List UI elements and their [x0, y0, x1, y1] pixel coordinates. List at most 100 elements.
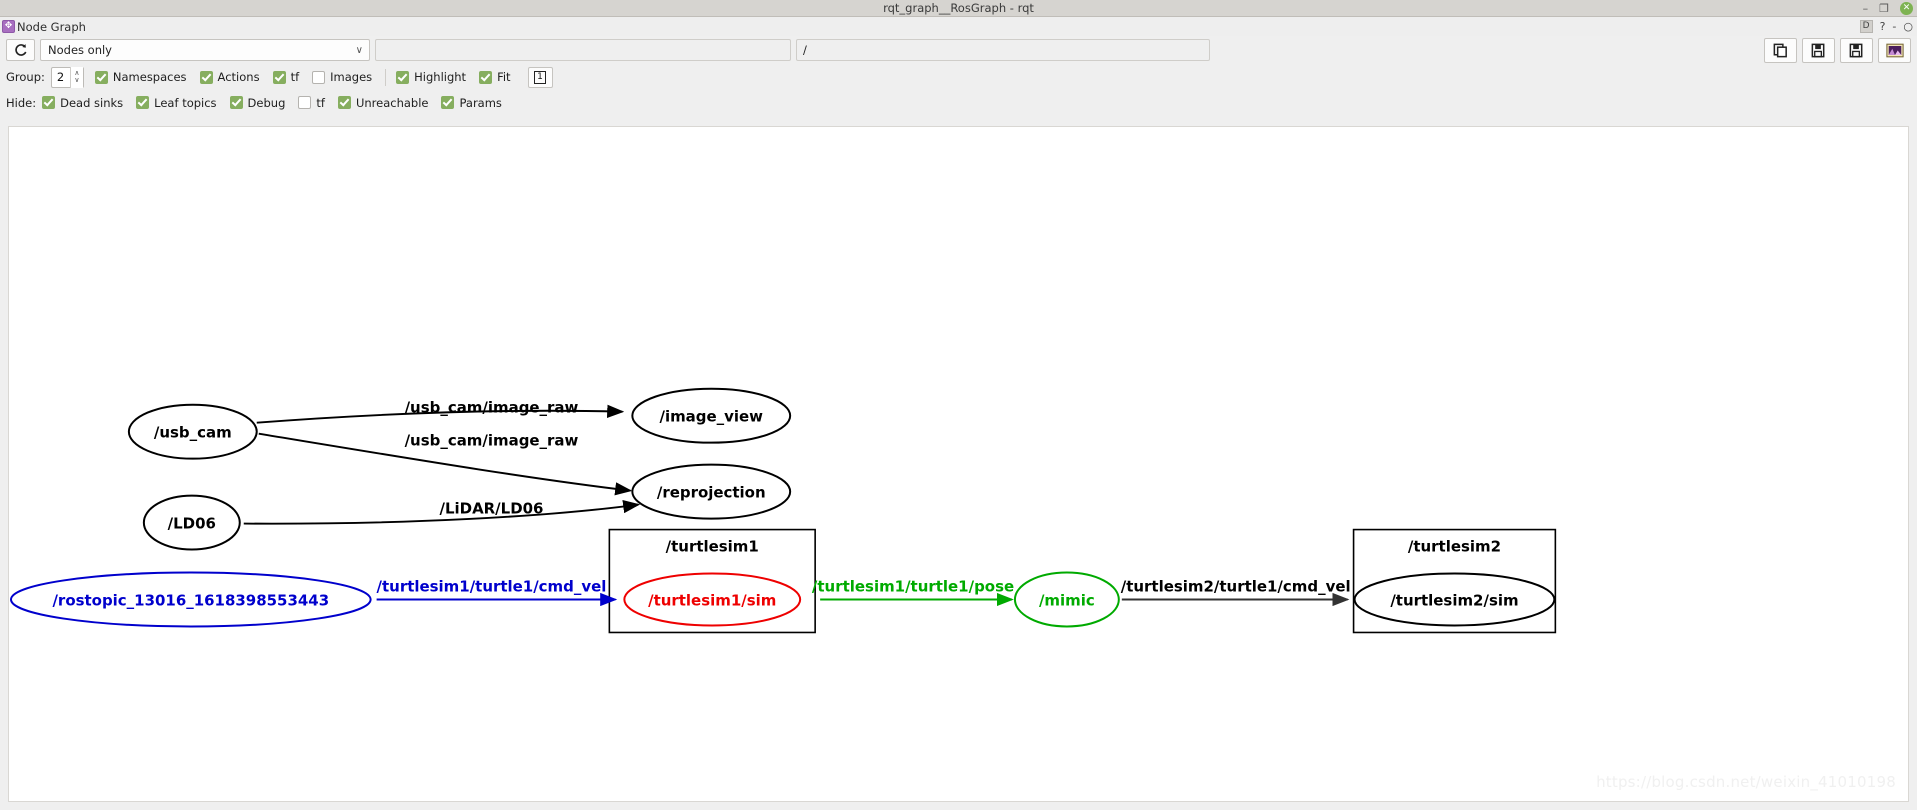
- checkbox-namespaces[interactable]: Namespaces: [94, 70, 187, 84]
- graph-canvas[interactable]: /turtlesim1 /turtlesim2 /usb_cam/image_r…: [8, 126, 1909, 802]
- checkbox-box: [337, 96, 351, 109]
- dock-float-button[interactable]: -: [1892, 20, 1896, 33]
- group-stepper[interactable]: 2 ∧ ∨: [50, 66, 84, 88]
- checkbox-box: [94, 70, 108, 84]
- checkbox-label: Actions: [217, 70, 260, 84]
- node-turtlesim1-sim[interactable]: /turtlesim1/sim: [623, 572, 802, 627]
- edge-label: /LiDAR/LD06: [440, 500, 544, 518]
- node-usb-cam[interactable]: /usb_cam: [127, 403, 258, 460]
- node-turtlesim2-sim[interactable]: /turtlesim2/sim: [1353, 572, 1556, 627]
- graph-toolbar: Nodes only ∨ /: [0, 36, 1917, 64]
- copy-to-clipboard-button[interactable]: [1764, 37, 1797, 63]
- checkbox-label: tf: [290, 70, 300, 84]
- hide-options-row: Hide: Dead sinks Leaf topics Debug tf Un…: [0, 90, 1917, 115]
- node-ld06[interactable]: /LD06: [142, 494, 241, 551]
- save-svg-icon: [1849, 43, 1863, 57]
- edge-rostopic-to-turtlesim1-sim[interactable]: /turtlesim1/turtle1/cmd_vel: [377, 578, 618, 607]
- namespace-input[interactable]: /: [796, 39, 1210, 61]
- checkbox-dead-sinks[interactable]: Dead sinks: [42, 96, 123, 110]
- dock-detach-key[interactable]: D: [1859, 20, 1873, 33]
- node-image-view[interactable]: /image_view: [631, 387, 792, 444]
- checkbox-box: [312, 70, 326, 84]
- checkbox-box: [479, 70, 493, 84]
- cluster-label: /turtlesim1: [666, 538, 759, 556]
- graph-options-row: Group: 2 ∧ ∨ Namespaces Actions tf Image…: [0, 64, 1917, 90]
- edge-mimic-to-turtlesim2-sim[interactable]: /turtlesim2/turtle1/cmd_vel: [1121, 578, 1351, 607]
- window-minimize-button[interactable]: –: [1863, 3, 1869, 14]
- cluster-label: /turtlesim2: [1408, 538, 1501, 556]
- stepper-down-icon[interactable]: ∨: [74, 77, 79, 84]
- checkbox-actions[interactable]: Actions: [199, 70, 260, 84]
- checkbox-label: Debug: [247, 95, 286, 110]
- save-as-svg-button[interactable]: [1840, 37, 1873, 63]
- checkbox-box: [396, 70, 410, 84]
- edge-usb-cam-to-image-view[interactable]: /usb_cam/image_raw: [256, 399, 625, 424]
- stepper-arrows-icon[interactable]: ∧ ∨: [69, 66, 83, 88]
- checkbox-label: Dead sinks: [60, 95, 124, 110]
- checkbox-box: [272, 70, 286, 84]
- checkbox-label: Leaf topics: [154, 95, 217, 110]
- save-as-dot-button[interactable]: [1802, 37, 1835, 63]
- watermark: https://blog.csdn.net/weixin_41010198: [1596, 773, 1896, 791]
- edge-label: /turtlesim1/turtle1/pose: [812, 578, 1014, 596]
- dock-controls: D ? - ○: [1859, 17, 1913, 36]
- node-label: /reprojection: [657, 484, 766, 502]
- checkbox-leaf-topics[interactable]: Leaf topics: [136, 95, 217, 110]
- window-restore-button[interactable]: ❐: [1879, 3, 1889, 14]
- checkbox-box: [298, 96, 312, 109]
- checkbox-images[interactable]: Images: [312, 70, 372, 84]
- help-icon[interactable]: ?: [1880, 20, 1886, 33]
- node-graph-panel: Nodes only ∨ / Group: 2 ∧ ∨ Namespaces A…: [0, 36, 1917, 810]
- edge-ld06-to-reprojection[interactable]: /LiDAR/LD06: [243, 500, 641, 525]
- checkbox-unreachable[interactable]: Unreachable: [337, 96, 428, 110]
- refresh-button[interactable]: [6, 39, 35, 61]
- fit-in-view-label: 1: [534, 70, 546, 84]
- toolbar-separator: [385, 68, 387, 86]
- edge-turtlesim1-sim-to-mimic[interactable]: /turtlesim1/turtle1/pose: [812, 578, 1014, 607]
- checkbox-params[interactable]: Params: [441, 95, 502, 110]
- checkbox-hide-tf[interactable]: tf: [298, 96, 325, 110]
- edge-label: /turtlesim1/turtle1/cmd_vel: [377, 578, 607, 596]
- checkbox-highlight[interactable]: Highlight: [396, 70, 466, 84]
- node-label: /mimic: [1039, 591, 1095, 609]
- node-label: /usb_cam: [154, 424, 232, 442]
- checkbox-label: Params: [459, 95, 502, 110]
- window-titlebar: rqt_graph__RosGraph - rqt – ❐ ✕: [0, 0, 1917, 17]
- node-label: /turtlesim1/sim: [648, 591, 776, 609]
- checkbox-debug[interactable]: Debug: [229, 95, 286, 110]
- copy-icon: [1773, 43, 1787, 57]
- checkbox-box: [42, 96, 56, 109]
- edge-label: /usb_cam/image_raw: [405, 399, 579, 417]
- checkbox-box: [199, 70, 213, 84]
- fit-in-view-button[interactable]: 1: [527, 66, 553, 88]
- node-label: /image_view: [659, 408, 763, 426]
- graph-type-value: Nodes only: [48, 43, 112, 57]
- chevron-down-icon: ∨: [355, 44, 363, 56]
- checkbox-box: [441, 96, 455, 109]
- graph-type-select[interactable]: Nodes only ∨: [40, 39, 370, 61]
- window-close-button[interactable]: ✕: [1900, 2, 1913, 15]
- dock-close-button[interactable]: ○: [1903, 20, 1913, 33]
- checkbox-label: Images: [330, 70, 373, 84]
- node-label: /LD06: [168, 515, 216, 533]
- node-label: /turtlesim2/sim: [1390, 591, 1518, 609]
- save-dot-icon: [1811, 43, 1825, 57]
- window-title: rqt_graph__RosGraph - rqt: [883, 0, 1034, 15]
- ros-node-graph[interactable]: /turtlesim1 /turtlesim2 /usb_cam/image_r…: [9, 127, 1908, 802]
- checkbox-box: [136, 96, 150, 109]
- group-label: Group:: [6, 70, 45, 84]
- filter-input[interactable]: [375, 39, 791, 61]
- node-mimic[interactable]: /mimic: [1013, 571, 1120, 628]
- checkbox-label: tf: [316, 95, 325, 110]
- refresh-icon: [15, 43, 27, 56]
- node-rostopic[interactable]: /rostopic_13016_1618398553443: [9, 571, 372, 628]
- checkbox-fit[interactable]: Fit: [479, 70, 511, 84]
- save-as-image-button[interactable]: [1878, 37, 1911, 63]
- group-value: 2: [56, 70, 65, 84]
- image-icon: [1885, 43, 1904, 57]
- checkbox-box: [229, 96, 243, 109]
- node-reprojection[interactable]: /reprojection: [631, 463, 792, 520]
- edge-usb-cam-to-reprojection[interactable]: /usb_cam/image_raw: [258, 432, 633, 496]
- checkbox-tf[interactable]: tf: [272, 70, 300, 84]
- edge-label: /turtlesim2/turtle1/cmd_vel: [1121, 578, 1351, 596]
